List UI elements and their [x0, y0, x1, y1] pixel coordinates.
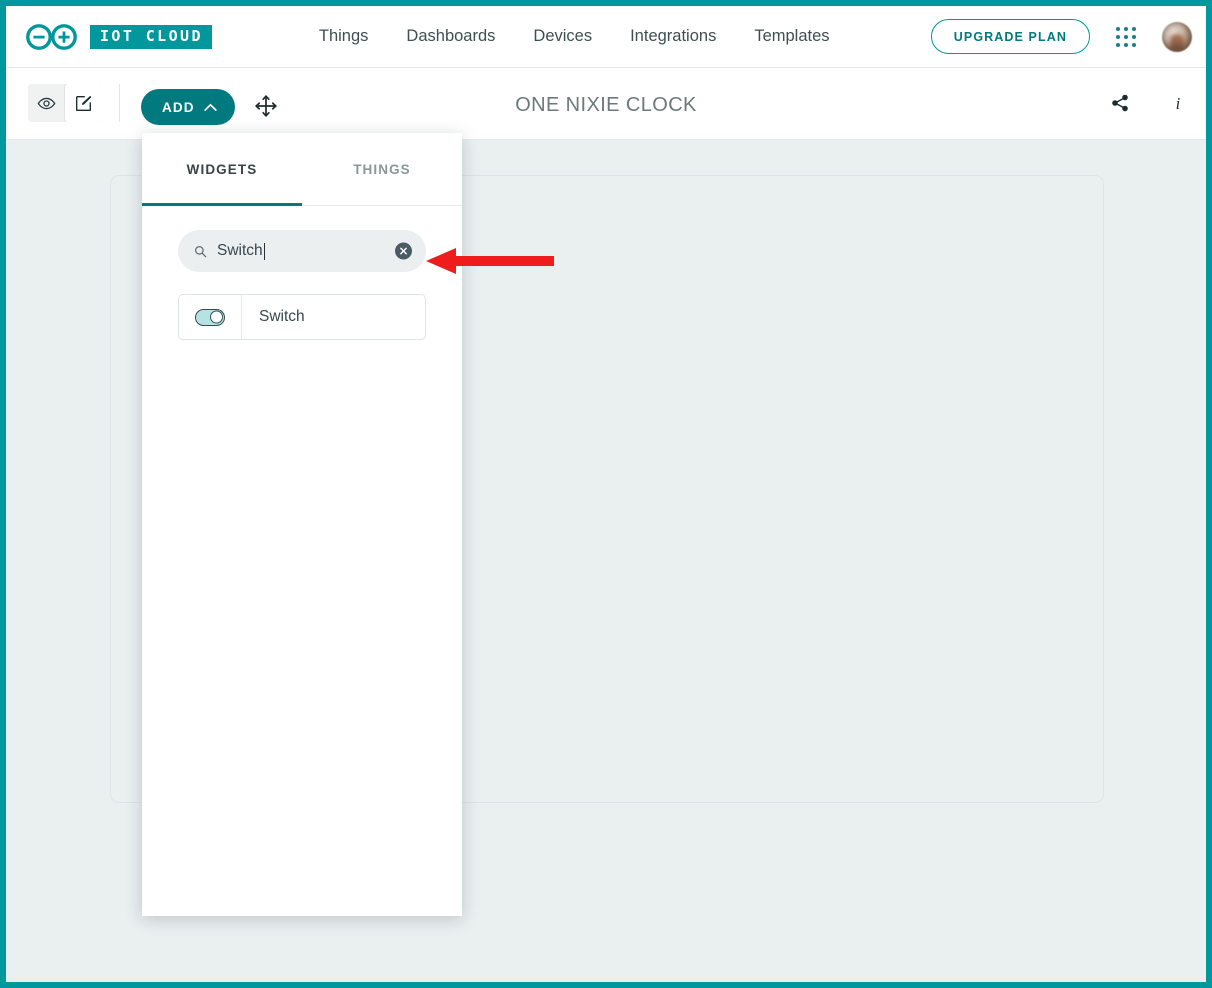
widget-result-label: Switch — [259, 308, 305, 325]
info-icon: i — [1176, 94, 1181, 113]
add-widget-panel: WIDGETS THINGS Switch Switch — [142, 133, 462, 916]
clear-search-button[interactable] — [395, 242, 412, 260]
share-icon — [1112, 94, 1128, 112]
upgrade-plan-button[interactable]: UPGRADE PLAN — [930, 19, 1090, 54]
main-nav-links: Things Dashboards Devices Integrations T… — [319, 27, 830, 46]
svg-text:i: i — [1176, 94, 1181, 113]
add-button-label: ADD — [162, 99, 195, 115]
widget-preview — [179, 295, 242, 339]
apps-grid-icon[interactable] — [1116, 26, 1136, 47]
app-frame: IOT CLOUD Things Dashboards Devices Inte… — [0, 0, 1212, 988]
tab-things[interactable]: THINGS — [302, 133, 462, 205]
toggle-switch-icon — [195, 308, 225, 326]
nav-link-things[interactable]: Things — [319, 27, 369, 46]
nav-right-cluster: UPGRADE PLAN — [930, 6, 1192, 67]
clear-circle-icon — [400, 247, 407, 255]
nav-link-integrations[interactable]: Integrations — [630, 27, 716, 46]
nav-link-dashboards[interactable]: Dashboards — [406, 27, 495, 46]
search-icon — [195, 245, 207, 257]
pencil-edit-icon — [76, 95, 92, 111]
chevron-up-icon — [203, 103, 217, 111]
widget-results-list: Switch — [142, 272, 462, 340]
panel-tab-bar: WIDGETS THINGS — [142, 133, 462, 206]
brand-logo[interactable]: IOT CLOUD — [24, 23, 212, 50]
search-row: Switch — [142, 206, 462, 272]
share-button[interactable] — [1110, 93, 1130, 113]
user-avatar[interactable] — [1162, 21, 1192, 52]
view-edit-mode-toggle — [28, 84, 102, 122]
nav-link-devices[interactable]: Devices — [533, 27, 592, 46]
view-mode-button[interactable] — [28, 84, 65, 122]
move-tool-button[interactable] — [254, 94, 278, 123]
toolbar-right-icons: i — [1110, 92, 1188, 114]
text-caret — [263, 242, 265, 260]
widget-result-switch[interactable]: Switch — [178, 294, 426, 340]
search-input-value[interactable]: Switch — [217, 242, 263, 260]
nav-link-templates[interactable]: Templates — [754, 27, 829, 46]
top-navigation-bar: IOT CLOUD Things Dashboards Devices Inte… — [6, 6, 1206, 68]
move-arrows-icon — [255, 95, 277, 117]
info-button[interactable]: i — [1168, 92, 1188, 114]
edit-mode-button[interactable] — [65, 84, 102, 122]
toolbar-divider — [119, 84, 120, 122]
tab-widgets[interactable]: WIDGETS — [142, 133, 302, 206]
widget-search-field[interactable]: Switch — [178, 230, 426, 272]
arduino-infinity-icon — [26, 23, 77, 50]
eye-icon — [37, 97, 56, 109]
add-widget-button[interactable]: ADD — [141, 89, 235, 125]
brand-badge-label: IOT CLOUD — [90, 24, 212, 49]
